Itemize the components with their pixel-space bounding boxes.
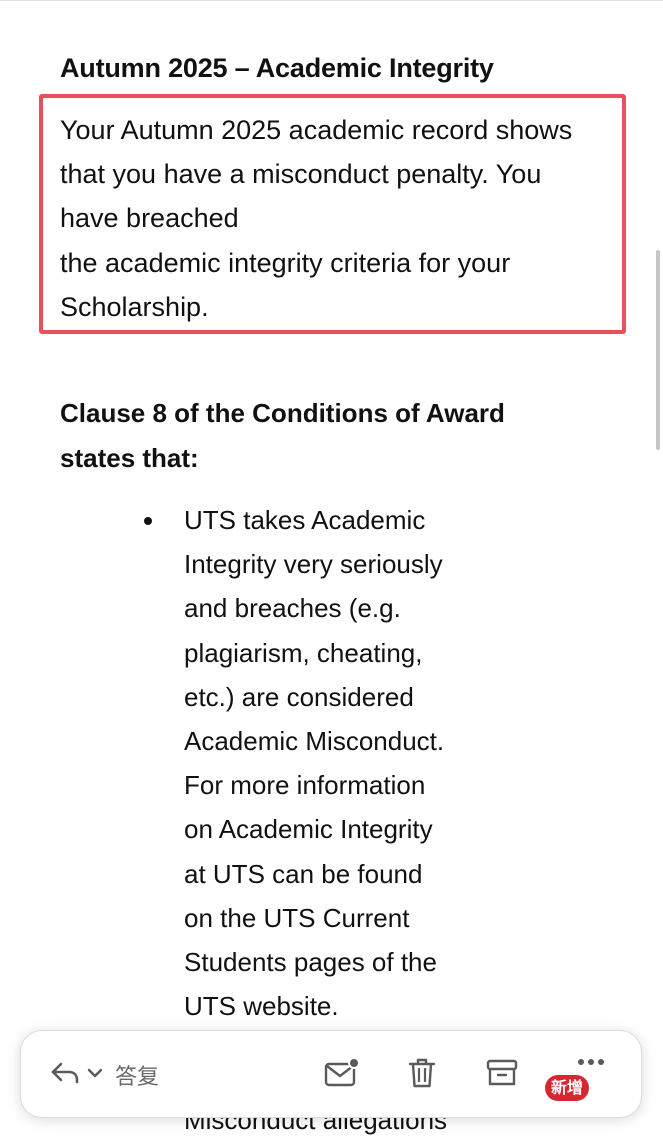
bullet-line: plagiarism, cheating,	[184, 637, 423, 668]
bullet-line: on the UTS Current	[184, 902, 410, 933]
delete-button[interactable]	[397, 1031, 447, 1119]
bottom-toolbar: 答复	[20, 1030, 642, 1118]
bullet-line: and breaches (e.g.	[184, 593, 401, 624]
highlighted-paragraph: Your Autumn 2025 academic record shows t…	[60, 108, 620, 329]
paragraph-line: have breached	[60, 203, 239, 234]
clause-heading-line: Clause 8 of the Conditions of Award	[60, 398, 505, 428]
paragraph-line: Scholarship.	[60, 291, 209, 322]
archive-icon	[485, 1057, 519, 1094]
mail-unread-icon	[323, 1056, 361, 1094]
clause-heading: Clause 8 of the Conditions of Award stat…	[60, 391, 600, 480]
bullet-item: UTS takes Academic Integrity very seriou…	[184, 498, 504, 1028]
scrollbar[interactable]	[656, 250, 660, 450]
new-badge[interactable]: 新增	[545, 1075, 590, 1101]
email-view: Autumn 2025 – Academic Integrity Your Au…	[0, 0, 663, 1138]
reply-icon	[49, 1060, 81, 1091]
chevron-down-icon[interactable]	[87, 1066, 103, 1084]
paragraph-line: that you have a misconduct penalty. You	[60, 159, 542, 190]
paragraph-line: Your Autumn 2025 academic record shows	[60, 115, 573, 145]
bullet-line: on Academic Integrity	[184, 814, 433, 845]
bullet-line: Students pages of the	[184, 947, 437, 978]
bullet-point	[144, 517, 152, 525]
clause-heading-line: states that:	[60, 442, 199, 473]
mark-unread-button[interactable]	[317, 1031, 367, 1119]
bullet-line: at UTS can be found	[184, 858, 423, 889]
bullet-line: etc.) are considered	[184, 681, 414, 712]
bullet-line: UTS website.	[184, 991, 339, 1022]
reply-button[interactable]: 答复	[49, 1031, 189, 1119]
reply-label: 答复	[115, 1065, 160, 1090]
bullet-line: UTS takes Academic	[184, 505, 426, 535]
paragraph-line: the academic integrity criteria for your	[60, 247, 511, 278]
top-divider	[0, 0, 663, 1]
more-icon	[576, 1053, 606, 1071]
bullet-line: Academic Misconduct.	[184, 726, 445, 757]
archive-button[interactable]	[477, 1031, 527, 1119]
bullet-line: Integrity very seriously	[184, 549, 443, 580]
bullet-line: For more information	[184, 770, 426, 801]
section-heading: Autumn 2025 – Academic Integrity	[60, 53, 494, 83]
trash-icon	[406, 1056, 438, 1095]
